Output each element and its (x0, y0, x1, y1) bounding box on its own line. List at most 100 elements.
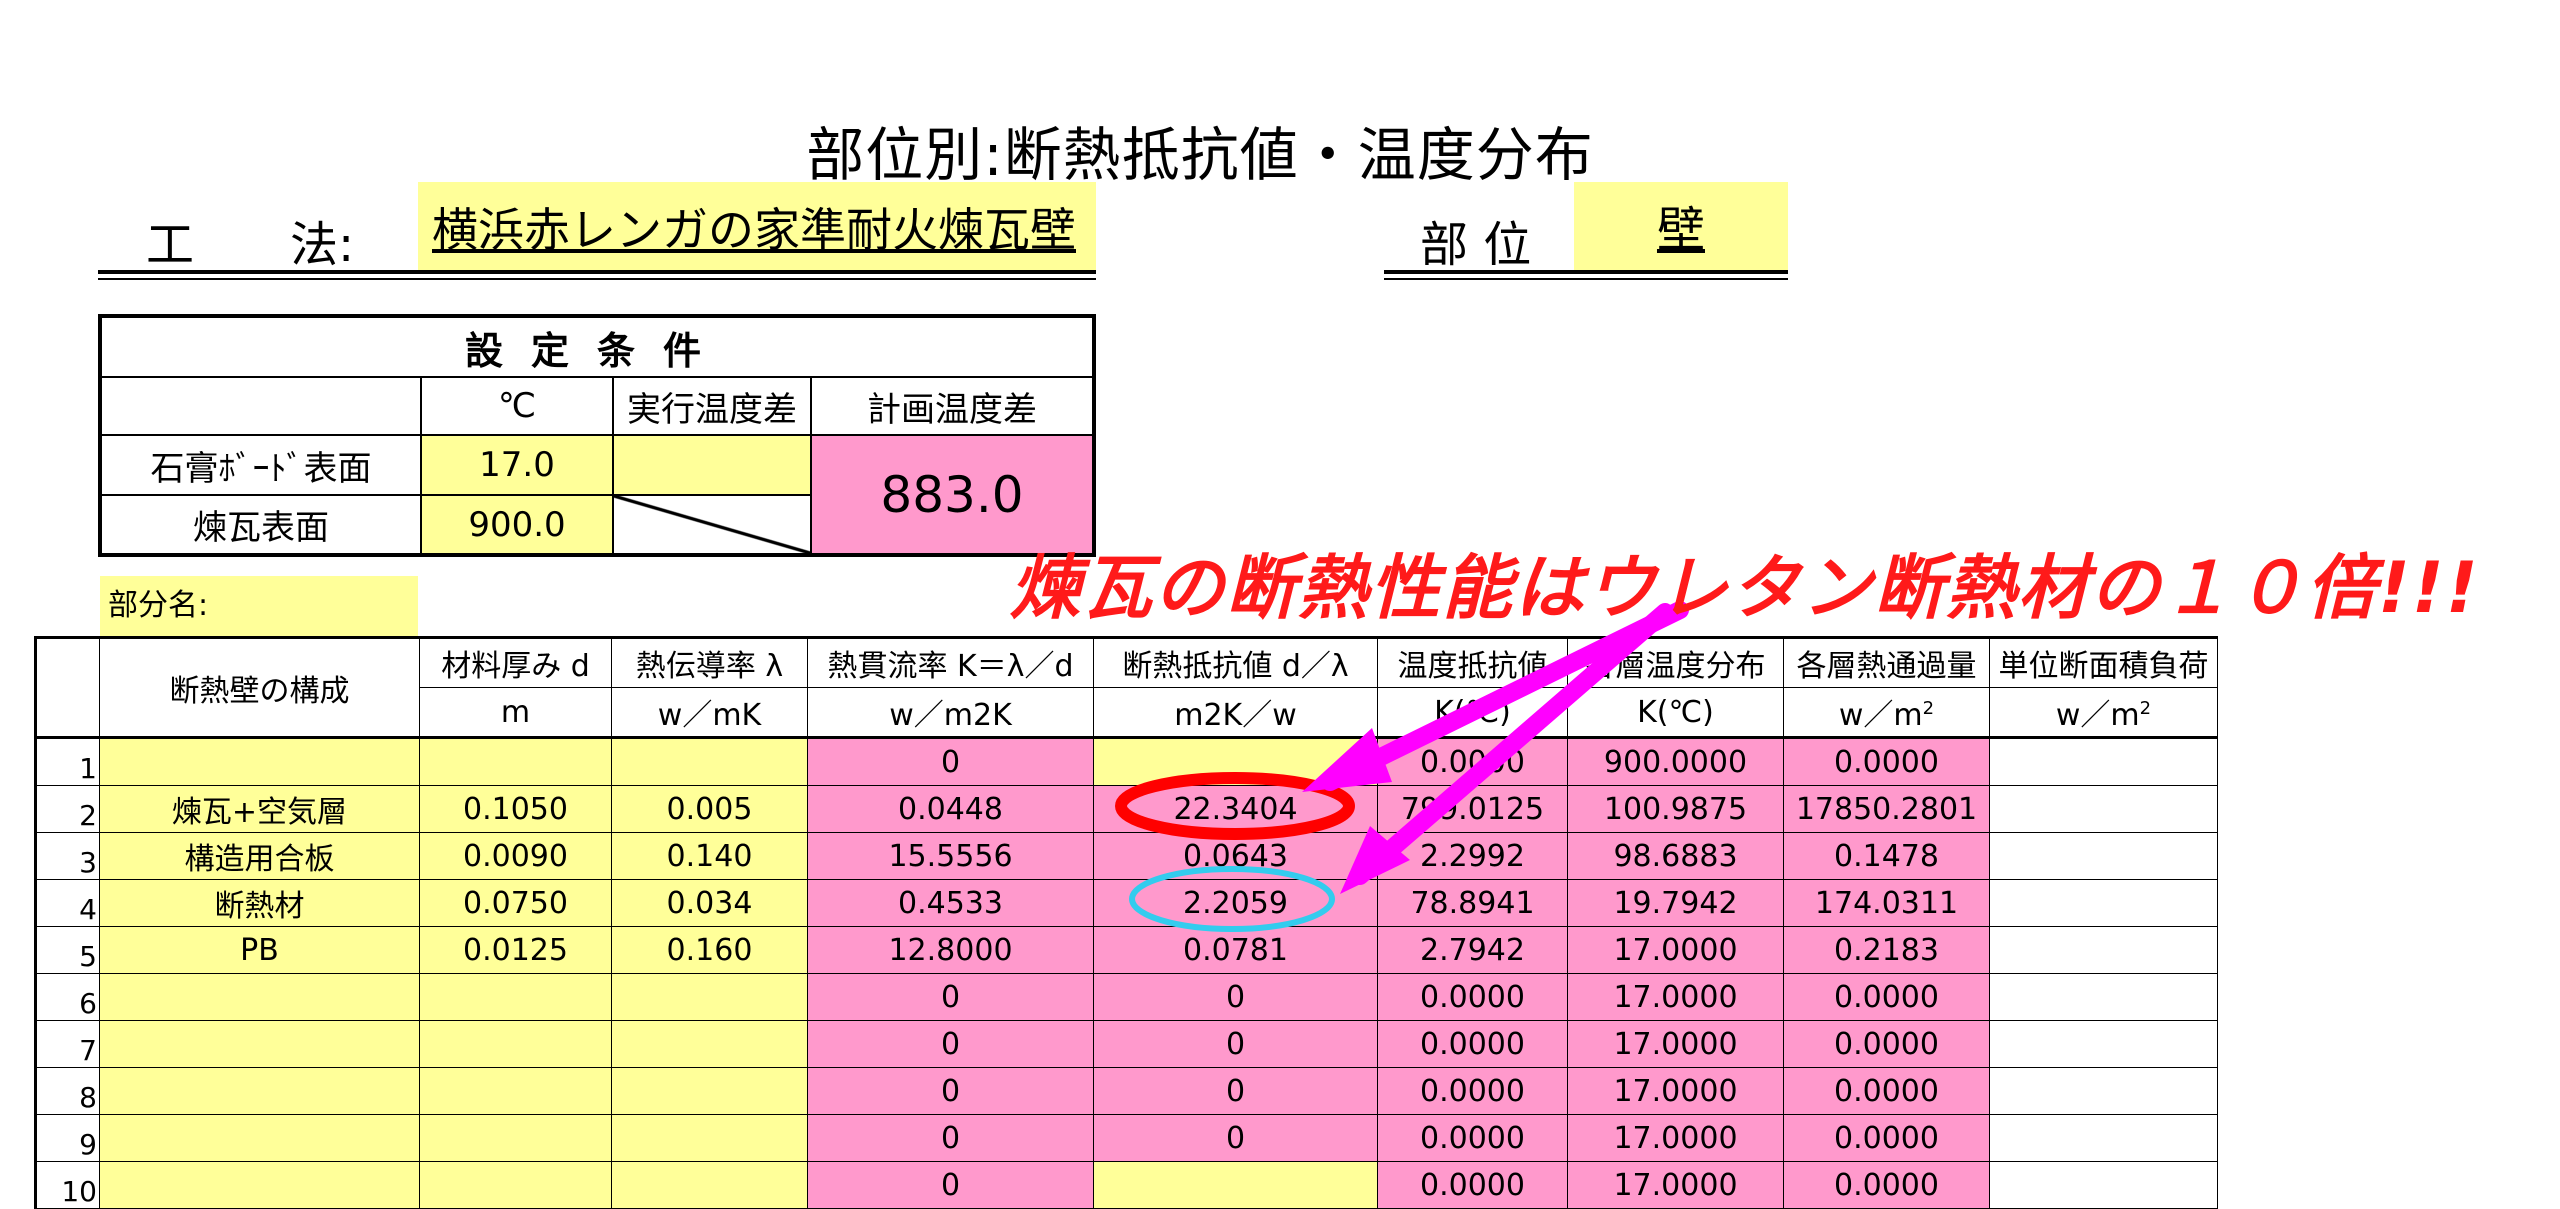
temp-resistance-cell: 0.0000 (1377, 973, 1568, 1021)
temp-distribution-cell: 17.0000 (1567, 1020, 1784, 1068)
heat-flow-cell: 0.0000 (1783, 1161, 1990, 1209)
method-label: 工 法: (146, 217, 355, 273)
conductivity-cell[interactable] (611, 1161, 808, 1209)
thickness-cell[interactable] (419, 1161, 612, 1209)
resistance-cell: 0 (1093, 1114, 1378, 1162)
thickness-cell[interactable] (419, 973, 612, 1021)
transmittance-cell: 0 (807, 1114, 1094, 1162)
heat-flow-cell: 0.0000 (1783, 973, 1990, 1021)
gypsum-exec-diff[interactable] (612, 434, 812, 496)
layer-name-cell[interactable] (99, 973, 420, 1021)
layer-name-cell[interactable] (99, 1161, 420, 1209)
table-row: 3 構造用合板 0.0090 0.140 15.5556 0.0643 2.2992 98.6… (35, 832, 2218, 880)
unit-unit-load: w／m2 (1989, 687, 2218, 738)
unit-load-cell (1989, 973, 2218, 1021)
layer-name-cell[interactable] (99, 1114, 420, 1162)
table-row: 1 0 0.0000 900.0000 0.0000 (35, 736, 2218, 786)
resistance-cell: 0 (1093, 1020, 1378, 1068)
unit-load-cell (1989, 736, 2218, 786)
layer-name-cell[interactable] (99, 736, 420, 786)
transmittance-cell: 0 (807, 736, 1094, 786)
resistance-cell (1093, 736, 1378, 786)
transmittance-cell: 0.0448 (807, 785, 1094, 833)
row-number-header (35, 637, 100, 738)
temp-distribution-cell: 17.0000 (1567, 926, 1784, 974)
transmittance-cell: 0 (807, 973, 1094, 1021)
thickness-cell[interactable] (419, 736, 612, 786)
layer-name-cell[interactable] (99, 1067, 420, 1115)
part-underline (1384, 270, 1788, 274)
header-unit-load: 単位断面積負荷 (1989, 637, 2218, 688)
transmittance-cell: 15.5556 (807, 832, 1094, 880)
conditions-table: 設定条件 ℃ 実行温度差 計画温度差 石膏ﾎﾞｰﾄﾞ表面 17.0 883.0 … (98, 314, 1096, 557)
row-number-cell: 5 (35, 926, 100, 974)
thickness-cell[interactable] (419, 1020, 612, 1068)
unit-heat-flow-sup: 2 (1922, 698, 1935, 719)
unit-load-cell (1989, 879, 2218, 927)
layer-name-cell[interactable] (99, 1020, 420, 1068)
table-row: 7 0 0 0.0000 17.0000 0.0000 (35, 1020, 2218, 1068)
method-value[interactable]: 横浜赤レンガの家準耐火煉瓦壁 (418, 182, 1096, 272)
conductivity-cell[interactable] (611, 1020, 808, 1068)
unit-resistance: m2K／w (1093, 687, 1378, 738)
temp-distribution-cell: 17.0000 (1567, 1067, 1784, 1115)
thickness-cell[interactable]: 0.0125 (419, 926, 612, 974)
layer-name-cell[interactable]: 構造用合板 (99, 832, 420, 880)
transmittance-cell: 0 (807, 1067, 1094, 1115)
table-row: 9 0 0 0.0000 17.0000 0.0000 (35, 1114, 2218, 1162)
temp-distribution-cell: 17.0000 (1567, 1114, 1784, 1162)
header-temp-resistance: 温度抵抗値 (1377, 637, 1568, 688)
temp-resistance-cell: 0.0000 (1377, 1114, 1568, 1162)
resistance-cell: 0.0781 (1093, 926, 1378, 974)
conditions-exec-header: 実行温度差 (612, 376, 812, 436)
temp-resistance-cell: 799.0125 (1377, 785, 1568, 833)
conductivity-cell[interactable] (611, 973, 808, 1021)
conductivity-cell[interactable]: 0.005 (611, 785, 808, 833)
unit-load-cell (1989, 1020, 2218, 1068)
unit-thickness: m (419, 687, 612, 738)
temp-resistance-cell: 2.7942 (1377, 926, 1568, 974)
resistance-cell: 22.3404 (1093, 785, 1378, 833)
part-label: 部 位 (1420, 217, 1532, 273)
unit-temp-distribution: K(℃) (1567, 687, 1784, 738)
resistance-cell (1093, 1161, 1378, 1209)
layer-table: 断熱壁の構成 材料厚み d 熱伝導率 λ 熱貫流率 K＝λ／d 断熱抵抗値 d／… (34, 636, 2218, 1209)
conductivity-cell[interactable]: 0.034 (611, 879, 808, 927)
gypsum-surface-label: 石膏ﾎﾞｰﾄﾞ表面 (99, 434, 422, 496)
unit-load-cell (1989, 785, 2218, 833)
conductivity-cell[interactable]: 0.140 (611, 832, 808, 880)
row-number-cell: 4 (35, 879, 100, 927)
layer-name-cell[interactable]: PB (99, 926, 420, 974)
heat-flow-cell: 174.0311 (1783, 879, 1990, 927)
layer-name-cell[interactable]: 断熱材 (99, 879, 420, 927)
gypsum-surface-temp[interactable]: 17.0 (420, 434, 614, 496)
thickness-cell[interactable]: 0.0750 (419, 879, 612, 927)
heat-flow-cell: 0.2183 (1783, 926, 1990, 974)
temp-distribution-cell: 900.0000 (1567, 736, 1784, 786)
unit-unit-load-text: w／m (2055, 698, 2140, 733)
transmittance-cell: 0 (807, 1161, 1094, 1209)
thickness-cell[interactable] (419, 1067, 612, 1115)
row-number-cell: 10 (35, 1161, 100, 1209)
thickness-cell[interactable]: 0.1050 (419, 785, 612, 833)
part-value[interactable]: 壁 (1574, 182, 1788, 272)
conductivity-cell[interactable]: 0.160 (611, 926, 808, 974)
method-underline (98, 270, 1096, 274)
header-transmittance: 熱貫流率 K＝λ／d (807, 637, 1094, 688)
layer-name-cell[interactable]: 煉瓦+空気層 (99, 785, 420, 833)
brick-surface-temp[interactable]: 900.0 (420, 494, 614, 556)
row-number-cell: 2 (35, 785, 100, 833)
thickness-cell[interactable]: 0.0090 (419, 832, 612, 880)
conductivity-cell[interactable] (611, 736, 808, 786)
conductivity-cell[interactable] (611, 1114, 808, 1162)
table-row: 6 0 0 0.0000 17.0000 0.0000 (35, 973, 2218, 1021)
thickness-cell[interactable] (419, 1114, 612, 1162)
subpart-name-label[interactable]: 部分名: (100, 576, 418, 636)
temp-resistance-cell: 78.8941 (1377, 879, 1568, 927)
conductivity-cell[interactable] (611, 1067, 808, 1115)
unit-load-cell (1989, 926, 2218, 974)
unit-load-cell (1989, 1067, 2218, 1115)
header-temp-distribution: 各層温度分布 (1567, 637, 1784, 688)
temp-resistance-cell: 0.0000 (1377, 736, 1568, 786)
header-conductivity: 熱伝導率 λ (611, 637, 808, 688)
